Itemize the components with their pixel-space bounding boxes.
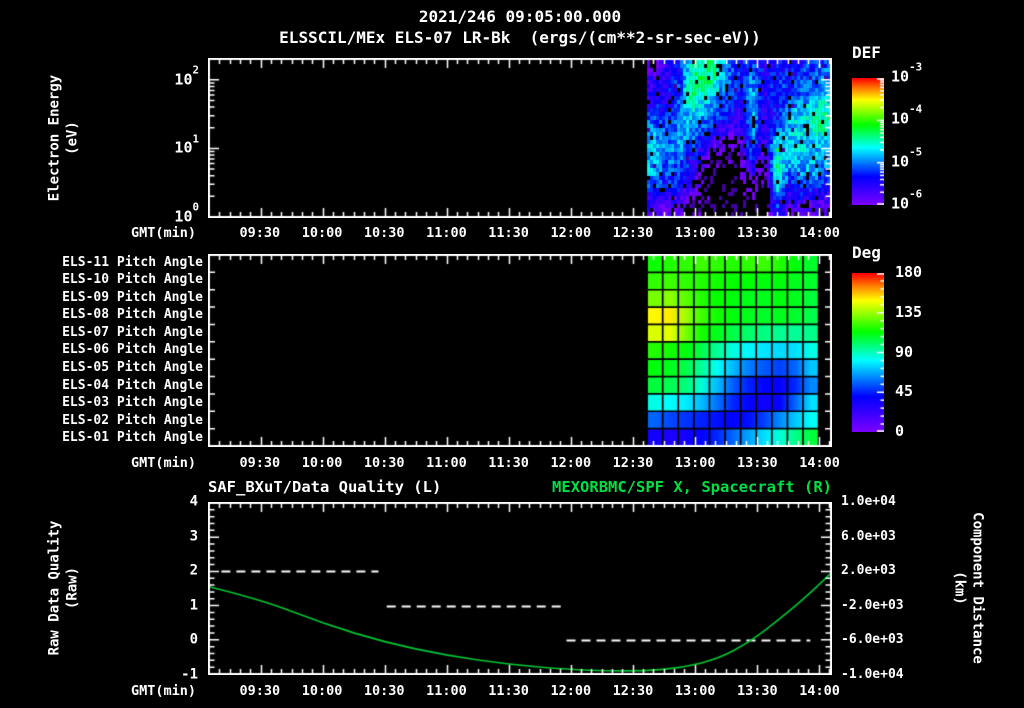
time-tick-label: 13:00 bbox=[674, 682, 716, 699]
distance-tick-label: 6.0e+03 bbox=[841, 528, 896, 544]
energy-axis-title-line1: Electron Energy bbox=[46, 74, 63, 202]
raw-quality-tick-label: 3 bbox=[189, 528, 198, 545]
energy-axis-title-line2: (eV) bbox=[64, 121, 80, 155]
time-tick-label: 13:00 bbox=[674, 454, 716, 471]
pitch-row-label: ELS-01 Pitch Angle bbox=[62, 430, 203, 446]
deg-colorbar-tick-label: 135 bbox=[895, 302, 923, 321]
time-tick-label: 11:30 bbox=[488, 224, 529, 241]
time-tick-label: 13:30 bbox=[737, 682, 778, 699]
distance-tick-label: 1.0e+04 bbox=[841, 494, 896, 510]
raw-quality-axis-title-line1: Raw Data Quality bbox=[46, 520, 63, 656]
pitch-row-label: ELS-10 Pitch Angle bbox=[62, 272, 203, 288]
bottom-right-series-title: MEXORBMC/SPF X, Spacecraft (R) bbox=[552, 478, 832, 496]
pitch-row-label: ELS-03 Pitch Angle bbox=[62, 395, 203, 411]
pitch-angle-grid-canvas bbox=[208, 254, 832, 447]
deg-colorbar-tick-label: 90 bbox=[895, 342, 914, 361]
deg-colorbar-title: Deg bbox=[852, 243, 881, 262]
raw-quality-axis-title-line2: (Raw) bbox=[64, 566, 80, 610]
pitch-row-label: ELS-02 Pitch Angle bbox=[62, 412, 203, 428]
def-colorbar-tick-label: 10-4 bbox=[891, 103, 923, 128]
time-tick-label: 09:30 bbox=[239, 682, 281, 699]
deg-colorbar bbox=[852, 273, 884, 432]
time-tick-label: 09:30 bbox=[239, 454, 281, 471]
distance-tick-label: 2.0e+03 bbox=[841, 563, 896, 579]
time-tick-label: 10:00 bbox=[301, 682, 343, 699]
def-colorbar-tick-label: 10-5 bbox=[891, 145, 923, 171]
time-tick-label: 13:00 bbox=[674, 224, 716, 241]
gmt-label-middle: GMT(min) bbox=[130, 454, 196, 471]
pitch-row-label: ELS-04 Pitch Angle bbox=[62, 377, 203, 393]
time-tick-label: 10:00 bbox=[301, 224, 343, 241]
time-tick-label: 09:30 bbox=[239, 224, 281, 241]
component-distance-axis-title-line1: Component Distance bbox=[969, 512, 986, 664]
gmt-label-top: GMT(min) bbox=[130, 224, 196, 241]
gmt-label-bottom: GMT(min) bbox=[130, 682, 196, 699]
pitch-row-label: ELS-08 Pitch Angle bbox=[62, 307, 203, 323]
deg-colorbar-tick-label: 45 bbox=[895, 382, 914, 401]
time-tick-label: 10:00 bbox=[301, 454, 343, 471]
time-tick-label: 13:30 bbox=[737, 224, 778, 241]
energy-tick-label: 101 bbox=[174, 132, 199, 158]
pitch-row-label: ELS-05 Pitch Angle bbox=[62, 360, 203, 376]
time-tick-label: 14:00 bbox=[799, 224, 840, 241]
pitch-row-label: ELS-06 Pitch Angle bbox=[62, 342, 203, 358]
page-datetime-title: 2021/246 09:05:00.000 bbox=[418, 7, 622, 26]
raw-quality-tick-label: 0 bbox=[189, 632, 198, 649]
energy-tick-label: 100 bbox=[174, 200, 199, 226]
raw-quality-tick-label: -1 bbox=[181, 666, 198, 683]
distance-tick-label: -2.0e+03 bbox=[841, 597, 904, 613]
deg-colorbar-tick-label: 180 bbox=[895, 263, 923, 282]
time-tick-label: 12:30 bbox=[612, 454, 654, 471]
time-tick-label: 12:30 bbox=[612, 682, 654, 699]
time-tick-label: 11:30 bbox=[488, 454, 529, 471]
time-tick-label: 14:00 bbox=[799, 454, 840, 471]
pitch-row-label: ELS-09 Pitch Angle bbox=[62, 290, 203, 306]
spectrogram-title: ELSSCIL/MEx ELS-07 LR-Bk (ergs/(cm**2-sr… bbox=[279, 28, 761, 47]
time-tick-label: 12:00 bbox=[550, 682, 592, 699]
time-tick-label: 11:00 bbox=[426, 224, 467, 241]
time-tick-label: 12:00 bbox=[550, 454, 592, 471]
time-tick-label: 10:30 bbox=[363, 224, 405, 241]
time-tick-label: 11:00 bbox=[426, 454, 467, 471]
quality-distance-plot-canvas bbox=[208, 502, 832, 675]
time-tick-label: 11:30 bbox=[488, 682, 529, 699]
pitch-row-label: ELS-07 Pitch Angle bbox=[62, 325, 203, 341]
raw-quality-tick-label: 2 bbox=[189, 562, 198, 579]
def-colorbar-tick-label: 10-3 bbox=[891, 60, 923, 86]
pitch-row-label: ELS-11 Pitch Angle bbox=[62, 254, 203, 270]
time-tick-label: 12:30 bbox=[612, 224, 654, 241]
distance-tick-label: -1.0e+04 bbox=[841, 667, 904, 683]
component-distance-axis-title-line2: (km) bbox=[952, 571, 968, 605]
time-tick-label: 10:30 bbox=[363, 682, 405, 699]
energy-spectrogram-canvas bbox=[208, 58, 832, 218]
def-colorbar-tick-label: 10-6 bbox=[891, 187, 923, 213]
time-tick-label: 11:00 bbox=[426, 682, 467, 699]
raw-quality-tick-label: 1 bbox=[189, 597, 198, 614]
time-tick-label: 10:30 bbox=[363, 454, 405, 471]
deg-colorbar-tick-label: 0 bbox=[895, 422, 905, 441]
def-colorbar-title: DEF bbox=[852, 43, 881, 62]
time-tick-label: 12:00 bbox=[550, 224, 592, 241]
science-plot-page: 2021/246 09:05:00.000 ELSSCIL/MEx ELS-07… bbox=[0, 0, 1024, 708]
time-tick-label: 14:00 bbox=[799, 682, 840, 699]
def-colorbar bbox=[852, 78, 884, 205]
bottom-left-series-title: SAF_BXuT/Data Quality (L) bbox=[208, 478, 442, 496]
time-tick-label: 13:30 bbox=[737, 454, 778, 471]
raw-quality-tick-label: 4 bbox=[189, 493, 198, 510]
distance-tick-label: -6.0e+03 bbox=[841, 632, 904, 648]
energy-tick-label: 102 bbox=[174, 63, 199, 89]
